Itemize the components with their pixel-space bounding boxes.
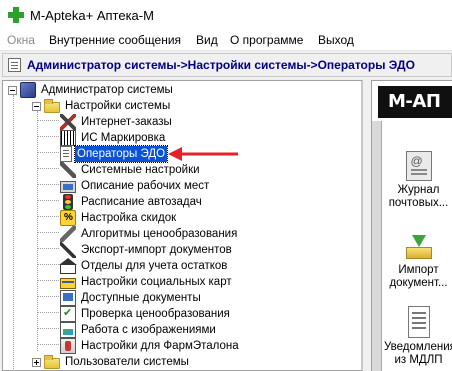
tile-import-docs[interactable]: Импорт документ...: [384, 231, 452, 290]
tree-item-pricing-algorithms[interactable]: Алгоритмы ценообразования: [60, 226, 239, 242]
mdlp-icon: [407, 306, 430, 338]
tree-item-label: Системные настройки: [81, 164, 200, 176]
card-icon: [60, 278, 76, 289]
wrench-icon: [60, 162, 76, 178]
tree-node-admin[interactable]: Администратор системы: [20, 82, 175, 98]
journal-icon: [405, 151, 432, 181]
tree-node-users[interactable]: Пользователи системы: [44, 354, 191, 370]
tile-mdlp-notifications[interactable]: Уведомления из МДЛП: [384, 306, 452, 367]
tile-caption: Импорт: [398, 264, 439, 276]
tools-icon: [60, 226, 76, 242]
folder-icon: [44, 355, 60, 369]
menu-bar: Окна Внутренние сообщения Вид О программ…: [0, 30, 452, 51]
tile-caption: из МДЛП: [394, 354, 443, 366]
pharmacy-icon: [60, 338, 76, 354]
document-icon: [60, 146, 72, 162]
tree-item-label: ИС Маркировка: [81, 132, 166, 144]
tree-node-label: Настройки системы: [65, 100, 171, 112]
document-icon: [8, 58, 21, 72]
menu-internal-messages[interactable]: Внутренние сообщения: [49, 33, 181, 47]
folder-icon: [44, 99, 60, 113]
tree-item-available-docs[interactable]: Доступные документы: [60, 290, 203, 306]
panel-scroll-strip[interactable]: [372, 121, 382, 371]
admin-icon: [20, 82, 36, 98]
tree-item-label: Работа с изображениями: [81, 324, 216, 336]
tree-item-label: Отделы для учета остатков: [81, 260, 228, 272]
tree-item-pharm-etalon[interactable]: Настройки для ФармЭталона: [60, 338, 241, 354]
tree-item-label: Экспорт-импорт документов: [81, 244, 232, 256]
menu-windows[interactable]: Окна: [7, 33, 35, 47]
documents-icon: [60, 290, 76, 306]
tile-caption: почтовых...: [388, 197, 449, 209]
tile-caption: Журнал: [397, 184, 440, 196]
tree-item-workstations[interactable]: Описание рабочих мест: [60, 178, 211, 194]
tree-item-label: Описание рабочих мест: [81, 180, 210, 192]
tile-caption: документ...: [389, 277, 448, 289]
collapse-toggle[interactable]: [32, 102, 41, 111]
tree-item-label: Настройки социальных карт: [81, 276, 232, 288]
tree-node-settings[interactable]: Настройки системы: [44, 98, 172, 114]
tree-item-marking[interactable]: ИС Маркировка: [60, 130, 167, 146]
tree-item-label: Расписание автозадач: [81, 196, 202, 208]
tree-item-label: Интернет-заказы: [81, 116, 172, 128]
tree-item-label: Операторы ЭДО: [73, 145, 169, 163]
tree-item-internet-orders[interactable]: Интернет-заказы: [60, 114, 174, 130]
tree-item-social-cards[interactable]: Настройки социальных карт: [60, 274, 234, 290]
workstation-icon: [60, 181, 76, 193]
tile-caption: Уведомления: [384, 341, 452, 353]
percent-icon: [60, 210, 76, 226]
brand-banner: М-АП: [378, 86, 452, 118]
app-cross-icon: [8, 7, 24, 23]
annotation-arrow-icon: [168, 147, 238, 161]
tile-mail-journal[interactable]: Журнал почтовых...: [384, 151, 452, 210]
tree-item-images[interactable]: Работа с изображениями: [60, 322, 218, 338]
tree-item-label: Проверка ценообразования: [81, 308, 230, 320]
traffic-light-icon: [63, 194, 73, 210]
tools-icon: [60, 114, 76, 130]
collapse-toggle[interactable]: [8, 86, 17, 95]
import-icon: [404, 235, 434, 261]
settings-tree[interactable]: Администратор системы Настройки системы …: [2, 80, 363, 371]
menu-view[interactable]: Вид: [196, 33, 218, 47]
tree-node-label: Пользователи системы: [65, 356, 189, 368]
barcode-icon: [60, 130, 76, 146]
tree-item-departments[interactable]: Отделы для учета остатков: [59, 257, 229, 274]
window-title: M-Apteka+ Аптека-М: [30, 8, 154, 23]
breadcrumb: Администратор системы->Настройки системы…: [2, 53, 452, 77]
check-icon: [60, 306, 76, 322]
export-import-icon: [60, 242, 76, 258]
image-icon: [60, 322, 76, 338]
menu-exit[interactable]: Выход: [318, 33, 354, 47]
shortcut-panel: М-АП Журнал почтовых... Импорт документ.…: [371, 80, 452, 371]
tree-item-discounts[interactable]: Настройка скидок: [60, 210, 178, 226]
tree-item-export-import[interactable]: Экспорт-импорт документов: [60, 242, 234, 258]
title-bar: M-Apteka+ Аптека-М: [0, 0, 452, 30]
tree-item-pricing-check[interactable]: Проверка ценообразования: [60, 306, 232, 322]
tree-item-edo-operators[interactable]: Операторы ЭДО: [60, 145, 169, 163]
tree-item-schedule[interactable]: Расписание автозадач: [60, 194, 204, 210]
breadcrumb-text: Администратор системы->Настройки системы…: [27, 58, 415, 72]
expand-toggle[interactable]: [32, 358, 41, 367]
menu-about[interactable]: О программе: [230, 33, 303, 47]
tree-node-label: Администратор системы: [41, 84, 173, 96]
tree-item-label: Настройки для ФармЭталона: [81, 340, 239, 352]
tree-item-label: Алгоритмы ценообразования: [81, 228, 238, 240]
house-icon: [59, 257, 77, 274]
tree-item-system-settings[interactable]: Системные настройки: [60, 162, 202, 178]
tree-item-label: Настройка скидок: [81, 212, 177, 224]
tree-item-label: Доступные документы: [81, 292, 201, 304]
